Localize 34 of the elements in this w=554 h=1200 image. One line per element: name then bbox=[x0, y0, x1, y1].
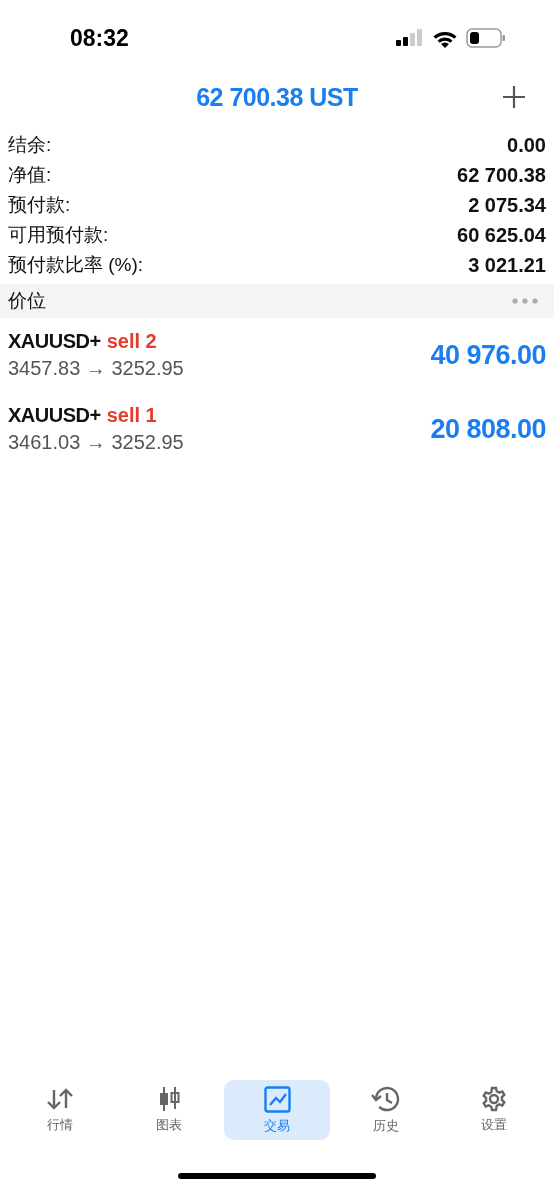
position-profit: 40 976.00 bbox=[430, 339, 546, 371]
tab-bar-item[interactable]: 行情 bbox=[7, 1080, 113, 1140]
summary-value: 62 700.38 bbox=[457, 163, 546, 187]
settings-icon bbox=[481, 1086, 507, 1112]
summary-label: 预付款比率 (%): bbox=[8, 253, 144, 277]
position-side: sell 1 bbox=[106, 404, 157, 427]
summary-label: 净值: bbox=[8, 163, 52, 187]
history-icon bbox=[370, 1085, 401, 1113]
line-chart-icon bbox=[263, 1085, 291, 1113]
position-symbol: XAUUSD+ bbox=[8, 330, 101, 353]
summary-label: 结余: bbox=[8, 133, 52, 157]
tab-bar-item[interactable]: 交易 bbox=[224, 1080, 330, 1140]
summary-label: 预付款: bbox=[8, 193, 71, 217]
position-symbol: XAUUSD+ bbox=[8, 404, 101, 427]
account-balance-title: 62 700.38 UST bbox=[196, 82, 358, 112]
summary-value: 2 075.34 bbox=[468, 193, 546, 217]
tab-bar-item[interactable]: 设置 bbox=[441, 1080, 547, 1140]
summary-value: 0.00 bbox=[507, 133, 546, 157]
position-prices: 3461.03 → 3252.95 bbox=[8, 431, 184, 454]
tab-bar-item[interactable]: 历史 bbox=[332, 1080, 439, 1140]
arrows-icon bbox=[46, 1086, 74, 1112]
add-icon[interactable] bbox=[502, 85, 526, 109]
signal-icon bbox=[396, 28, 424, 48]
summary-value: 3 021.21 bbox=[468, 253, 546, 277]
tab-bar-item[interactable]: 图表 bbox=[115, 1080, 222, 1140]
section-title: 价位 bbox=[8, 289, 46, 313]
position-profit: 20 808.00 bbox=[430, 413, 546, 445]
battery-icon bbox=[466, 28, 506, 48]
summary-value: 60 625.04 bbox=[457, 223, 546, 247]
position-prices: 3457.83 → 3252.95 bbox=[8, 357, 184, 380]
status-time: 08:32 bbox=[70, 24, 129, 52]
position-side: sell 2 bbox=[106, 330, 157, 353]
candlestick-icon bbox=[157, 1086, 180, 1112]
summary-label: 可用预付款: bbox=[8, 223, 109, 247]
